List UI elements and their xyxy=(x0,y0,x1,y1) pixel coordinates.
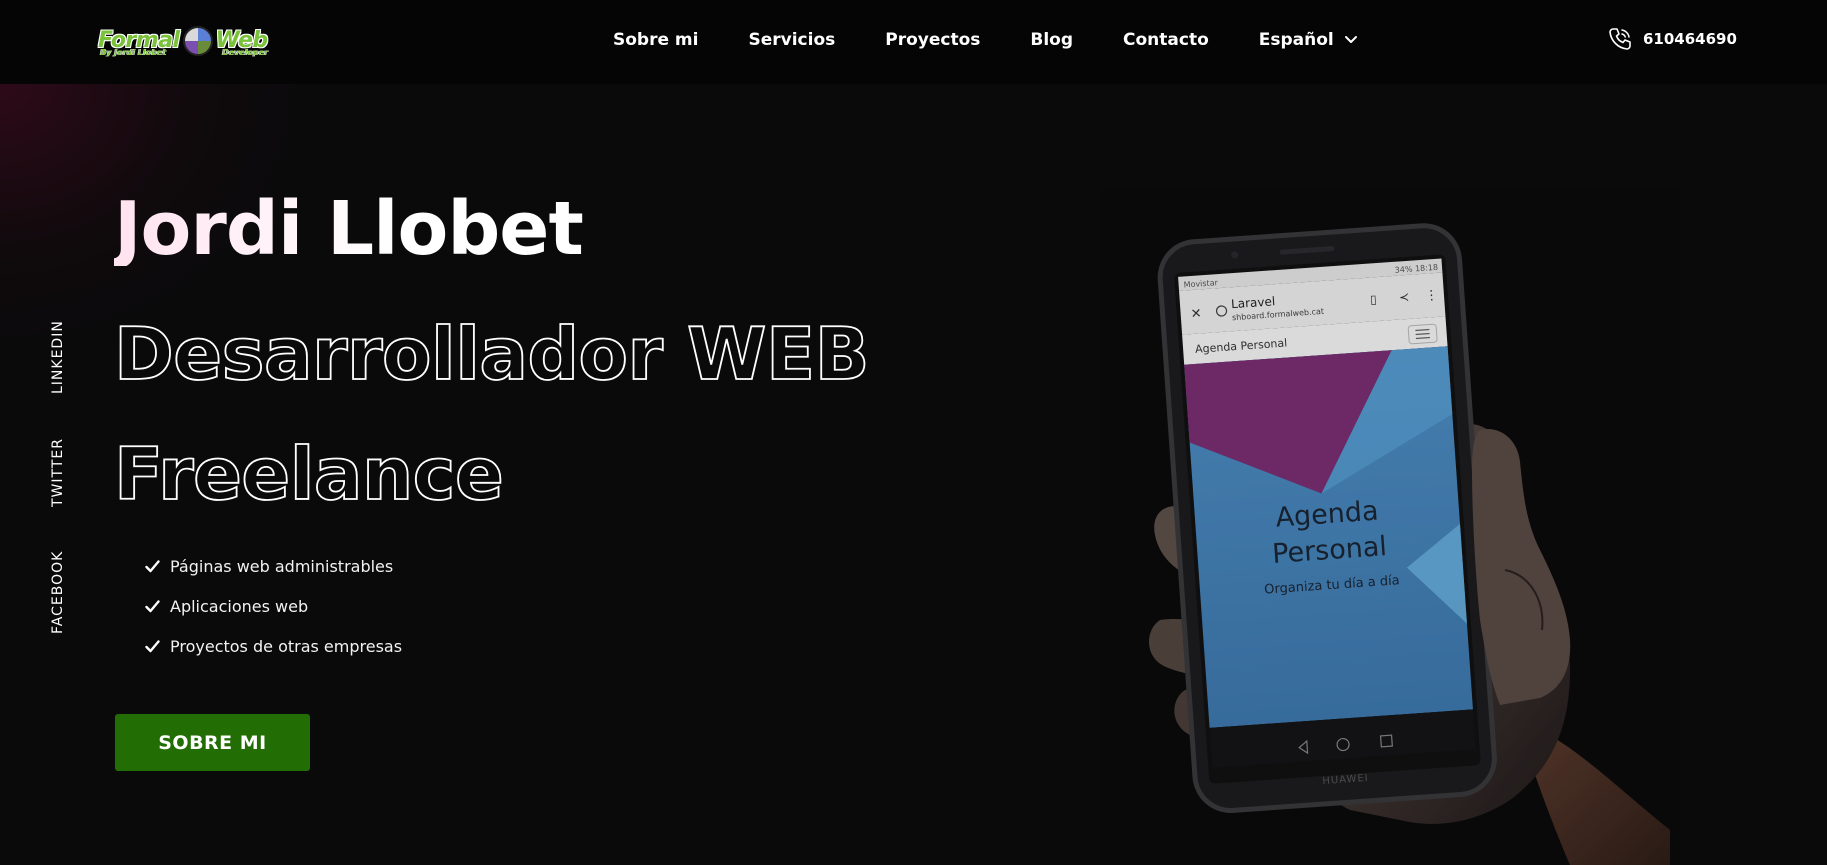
check-icon xyxy=(145,559,160,572)
feature-list: Páginas web administrables Aplicaciones … xyxy=(145,546,402,666)
social-facebook[interactable]: FACEBOOK xyxy=(50,551,66,634)
check-icon xyxy=(145,639,160,652)
logo-sub-left: By Jordi Llobet xyxy=(100,48,167,57)
sobre-mi-button[interactable]: SOBRE MI xyxy=(115,714,310,771)
nav-servicios[interactable]: Servicios xyxy=(748,30,835,50)
feature-label: Páginas web administrables xyxy=(170,556,394,576)
logo-sub-right: Developer xyxy=(221,48,268,57)
nav-proyectos[interactable]: Proyectos xyxy=(885,30,980,50)
phone-contact[interactable]: 610464690 xyxy=(1607,26,1737,52)
hero-role: Desarrollador WEB xyxy=(113,312,870,396)
feature-label: Aplicaciones web xyxy=(170,596,309,616)
language-selector[interactable]: Español xyxy=(1259,30,1358,50)
nav-sobre-mi[interactable]: Sobre mi xyxy=(613,30,698,50)
hero-phone-image: Movistar 34% 18:18 ✕ Laravel shboard.for… xyxy=(1100,190,1680,865)
site-logo[interactable]: Formal Web By Jordi Llobet Developer xyxy=(98,22,268,60)
feature-item: Aplicaciones web xyxy=(145,586,402,626)
main-nav: Sobre mi Servicios Proyectos Blog Contac… xyxy=(613,28,1408,52)
check-icon xyxy=(145,599,160,612)
feature-item: Páginas web administrables xyxy=(145,546,402,586)
site-header: Formal Web By Jordi Llobet Developer Sob… xyxy=(0,0,1827,84)
logo-subtitle: By Jordi Llobet Developer xyxy=(100,48,268,57)
hero-name: Jordi Llobet xyxy=(114,186,584,272)
nav-blog[interactable]: Blog xyxy=(1030,30,1073,50)
social-linkedin[interactable]: LINKEDIN xyxy=(50,320,66,394)
phone-number: 610464690 xyxy=(1643,30,1737,48)
language-label: Español xyxy=(1258,30,1334,50)
social-twitter[interactable]: TWITTER xyxy=(50,438,66,507)
hero-type: Freelance xyxy=(113,432,505,516)
feature-item: Proyectos de otras empresas xyxy=(145,626,402,666)
chevron-down-icon xyxy=(1344,36,1357,43)
nav-contacto[interactable]: Contacto xyxy=(1123,30,1209,50)
feature-label: Proyectos de otras empresas xyxy=(170,636,403,656)
phone-icon xyxy=(1609,28,1631,50)
